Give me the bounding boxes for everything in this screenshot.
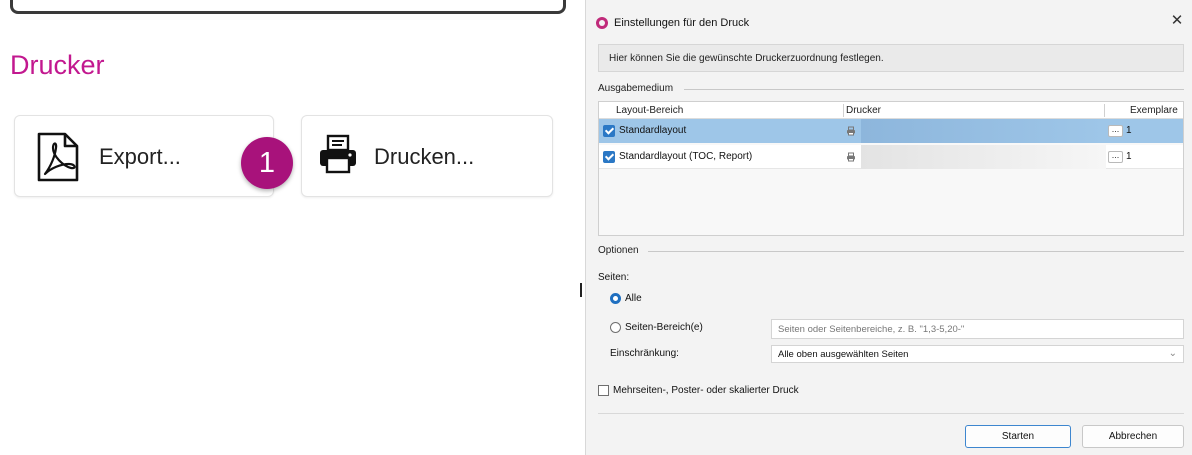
printer-select[interactable] bbox=[861, 119, 1106, 143]
footer-divider bbox=[598, 413, 1184, 414]
section-title: Drucker bbox=[10, 50, 105, 80]
dialog-title: Einstellungen für den Druck bbox=[614, 17, 750, 29]
restriction-value: Alle oben ausgewählten Seiten bbox=[778, 349, 909, 360]
export-button[interactable]: Export... bbox=[14, 115, 274, 197]
radio-page-range-label[interactable]: Seiten-Bereich(e) bbox=[625, 322, 703, 333]
start-button[interactable]: Starten bbox=[965, 425, 1071, 448]
radio-page-range[interactable] bbox=[610, 322, 621, 333]
close-icon[interactable]: ✕ bbox=[1169, 12, 1185, 30]
printer-select[interactable] bbox=[861, 145, 1106, 169]
print-settings-dialog: Einstellungen für den Druck ✕ Hier könne… bbox=[585, 0, 1192, 455]
multipage-label[interactable]: Mehrseiten-, Poster- oder skalierter Dru… bbox=[613, 385, 799, 396]
pdf-icon bbox=[33, 132, 83, 187]
table-row[interactable]: Standardlayout (TOC, Report) ... 1 bbox=[599, 145, 1183, 169]
row-checkbox[interactable] bbox=[603, 125, 615, 137]
export-label: Export... bbox=[99, 144, 181, 169]
print-button[interactable]: Drucken... bbox=[301, 115, 553, 197]
dialog-titlebar: Einstellungen für den Druck ✕ bbox=[586, 0, 1192, 40]
copies-value[interactable]: 1 bbox=[1126, 125, 1132, 136]
app-icon bbox=[596, 17, 608, 29]
copies-value[interactable]: 1 bbox=[1126, 151, 1132, 162]
group-divider bbox=[684, 89, 1184, 90]
settings-panel: Drucker Export... Drucken... 1 bbox=[0, 0, 575, 455]
pages-label: Seiten: bbox=[598, 272, 630, 283]
printer-icon bbox=[318, 134, 360, 181]
multipage-checkbox[interactable] bbox=[598, 385, 609, 396]
copies-options-button[interactable]: ... bbox=[1108, 151, 1123, 163]
printer-icon bbox=[846, 126, 856, 136]
printer-icon bbox=[846, 152, 856, 162]
layout-name: Standardlayout (TOC, Report) bbox=[619, 151, 753, 162]
column-header-layout[interactable]: Layout-Bereich bbox=[616, 105, 683, 116]
cancel-button[interactable]: Abbrechen bbox=[1082, 425, 1184, 448]
column-separator[interactable] bbox=[1104, 104, 1105, 117]
printer-assignment-table: Layout-Bereich Drucker Exemplare Standar… bbox=[598, 101, 1184, 236]
step-badge: 1 bbox=[241, 137, 293, 189]
options-group-label: Optionen bbox=[598, 245, 639, 256]
group-divider bbox=[648, 251, 1184, 252]
table-header: Layout-Bereich Drucker Exemplare bbox=[599, 102, 1183, 119]
column-header-printer[interactable]: Drucker bbox=[846, 105, 881, 116]
output-group-label: Ausgabemedium bbox=[598, 83, 674, 94]
radio-all[interactable] bbox=[610, 293, 621, 304]
print-label: Drucken... bbox=[374, 144, 475, 169]
column-separator[interactable] bbox=[843, 104, 844, 117]
copies-options-button[interactable]: ... bbox=[1108, 125, 1123, 137]
restriction-label: Einschränkung: bbox=[610, 348, 679, 359]
restriction-select[interactable]: Alle oben ausgewählten Seiten ⌄ bbox=[771, 345, 1184, 363]
divider-mark bbox=[580, 283, 582, 297]
radio-all-label[interactable]: Alle bbox=[625, 293, 642, 304]
info-text: Hier können Sie die gewünschte Druckerzu… bbox=[598, 44, 1184, 72]
column-header-copies[interactable]: Exemplare bbox=[1130, 105, 1178, 116]
previous-section-box bbox=[10, 0, 566, 14]
chevron-down-icon: ⌄ bbox=[1168, 348, 1177, 359]
page-range-input[interactable]: Seiten oder Seitenbereiche, z. B. "1,3-5… bbox=[771, 319, 1184, 339]
layout-name: Standardlayout bbox=[619, 125, 687, 136]
table-row[interactable]: Standardlayout ... 1 bbox=[599, 119, 1183, 143]
row-checkbox[interactable] bbox=[603, 151, 615, 163]
